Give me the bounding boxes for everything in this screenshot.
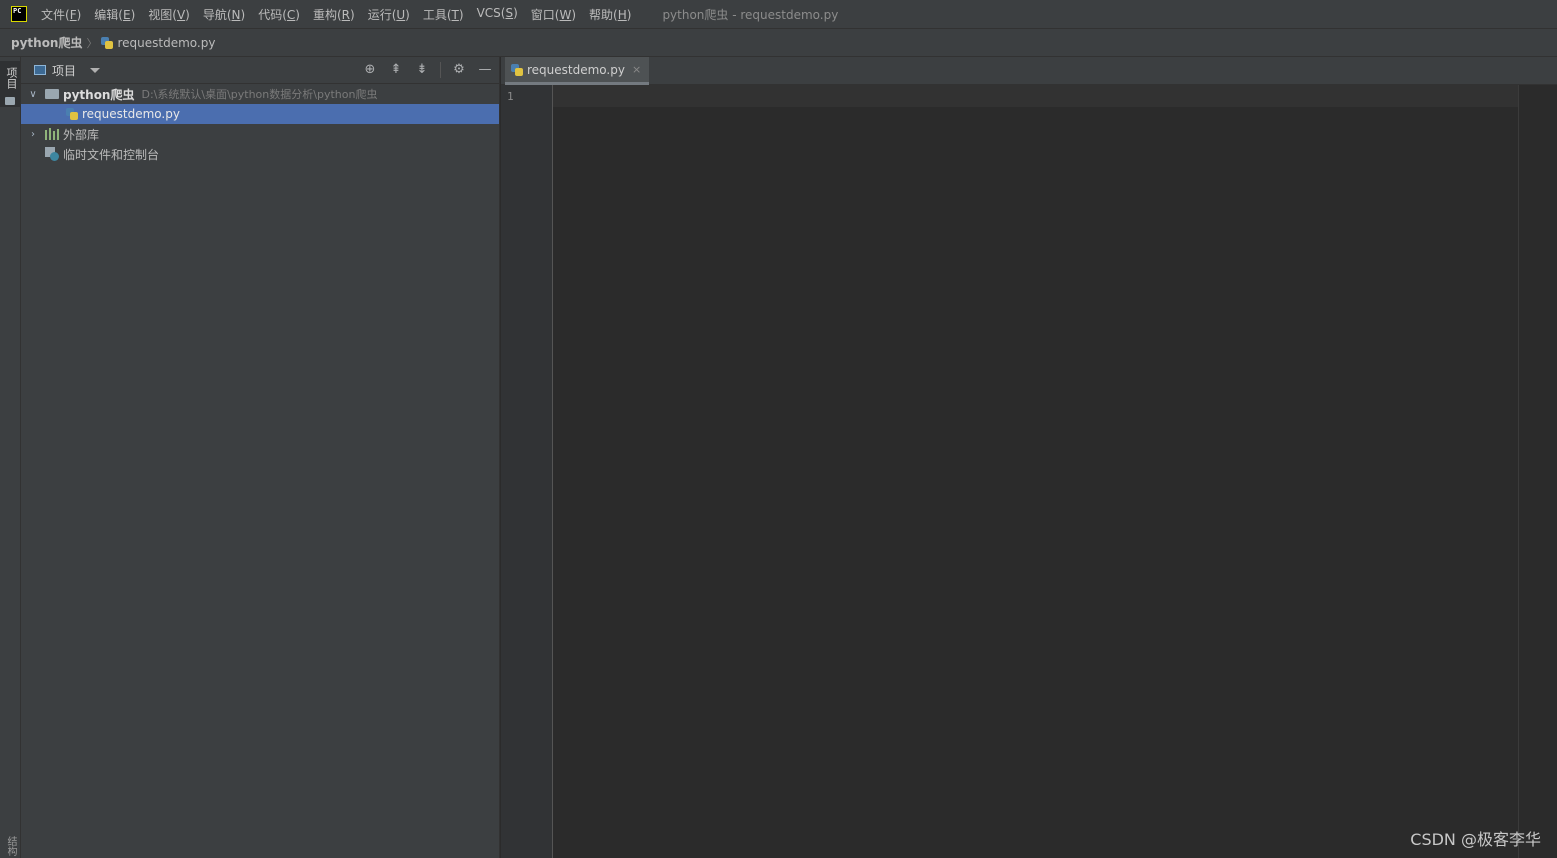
project-panel: 项目 ⊕ ⇞ ⇟ ⚙ — ∨ python爬虫 D:\系统默认\桌面\pytho… [21,57,500,858]
menu-tools[interactable]: 工具(T) [423,6,464,23]
folder-icon [5,97,15,105]
library-icon [45,128,59,140]
code-editor[interactable] [553,85,1557,858]
python-file-icon [511,63,523,76]
project-panel-header: 项目 ⊕ ⇞ ⇟ ⚙ — [21,57,499,84]
window-title: python爬虫 - requestdemo.py [662,7,839,22]
menu-view[interactable]: 视图(V) [148,6,190,23]
collapse-all-icon[interactable]: ⇟ [414,62,430,78]
tree-item-external-libraries[interactable]: › 外部库 [21,124,499,144]
menu-run[interactable]: 运行(U) [368,6,410,23]
project-panel-toolbar: ⊕ ⇞ ⇟ ⚙ — [362,62,493,78]
menu-help[interactable]: 帮助(H) [589,6,631,23]
current-line-highlight [553,85,1518,107]
locate-icon[interactable]: ⊕ [362,62,378,78]
project-tool-tab-label: 项目 [5,67,18,89]
tree-external-libraries-label: 外部库 [63,127,100,142]
chevron-down-icon[interactable]: ∨ [27,89,39,100]
python-file-icon [66,108,78,120]
tree-item-project-root[interactable]: ∨ python爬虫 D:\系统默认\桌面\python数据分析\python爬… [21,84,499,104]
expand-all-icon[interactable]: ⇞ [388,62,404,78]
minimize-icon[interactable]: — [477,62,493,78]
chevron-right-icon[interactable]: › [27,129,39,140]
breadcrumb: python爬虫 〉 requestdemo.py [0,29,1557,57]
chevron-down-icon[interactable] [90,67,101,73]
menu-file[interactable]: 文件(F) [41,6,81,23]
tree-file-label: requestdemo.py [82,107,180,121]
project-panel-title[interactable]: 项目 [52,62,76,79]
menu-edit[interactable]: 编辑(E) [94,6,135,23]
menu-code[interactable]: 代码(C) [258,6,300,23]
tab-label: requestdemo.py [527,62,625,77]
scratches-icon [45,147,59,161]
line-number: 1 [507,90,514,103]
structure-tool-tab[interactable]: 结构 [3,836,18,856]
right-margin-guide [1518,85,1519,858]
chevron-right-icon: 〉 [86,36,98,50]
breadcrumb-project[interactable]: python爬虫 [11,34,82,51]
editor-gutter: 1 [501,85,553,858]
breadcrumb-file[interactable]: requestdemo.py [101,36,215,50]
watermark: CSDN @极客李华 [1410,830,1541,849]
left-tool-strip: 项目 结构 [0,57,21,858]
python-file-icon [101,36,114,49]
tree-item-scratches[interactable]: 临时文件和控制台 [21,144,499,164]
tree-item-file[interactable]: requestdemo.py [21,104,499,124]
gear-icon[interactable]: ⚙ [451,62,467,78]
menu-items: 文件(F) 编辑(E) 视图(V) 导航(N) 代码(C) 重构(R) 运行(U… [41,6,644,23]
tree-scratches-label: 临时文件和控制台 [63,147,160,162]
menu-refactor[interactable]: 重构(R) [313,6,355,23]
menu-window[interactable]: 窗口(W) [531,6,576,23]
pycharm-logo-icon: PC [11,6,27,22]
project-tool-tab[interactable]: 项目 [0,61,20,107]
menu-navigate[interactable]: 导航(N) [203,6,245,23]
close-icon[interactable]: × [632,63,641,76]
tree-root-name: python爬虫 [63,87,135,102]
breadcrumb-file-label: requestdemo.py [117,35,216,50]
project-view-icon [34,65,46,75]
menu-bar: PC 文件(F) 编辑(E) 视图(V) 导航(N) 代码(C) 重构(R) 运… [0,0,1557,29]
tab-requestdemo[interactable]: requestdemo.py × [505,57,650,85]
folder-icon [45,89,59,99]
menu-vcs[interactable]: VCS(S) [477,6,518,23]
toolbar-divider [440,62,441,78]
tree-root-path: D:\系统默认\桌面\python数据分析\python爬虫 [141,88,378,101]
editor-tab-bar: requestdemo.py × [501,57,1557,85]
